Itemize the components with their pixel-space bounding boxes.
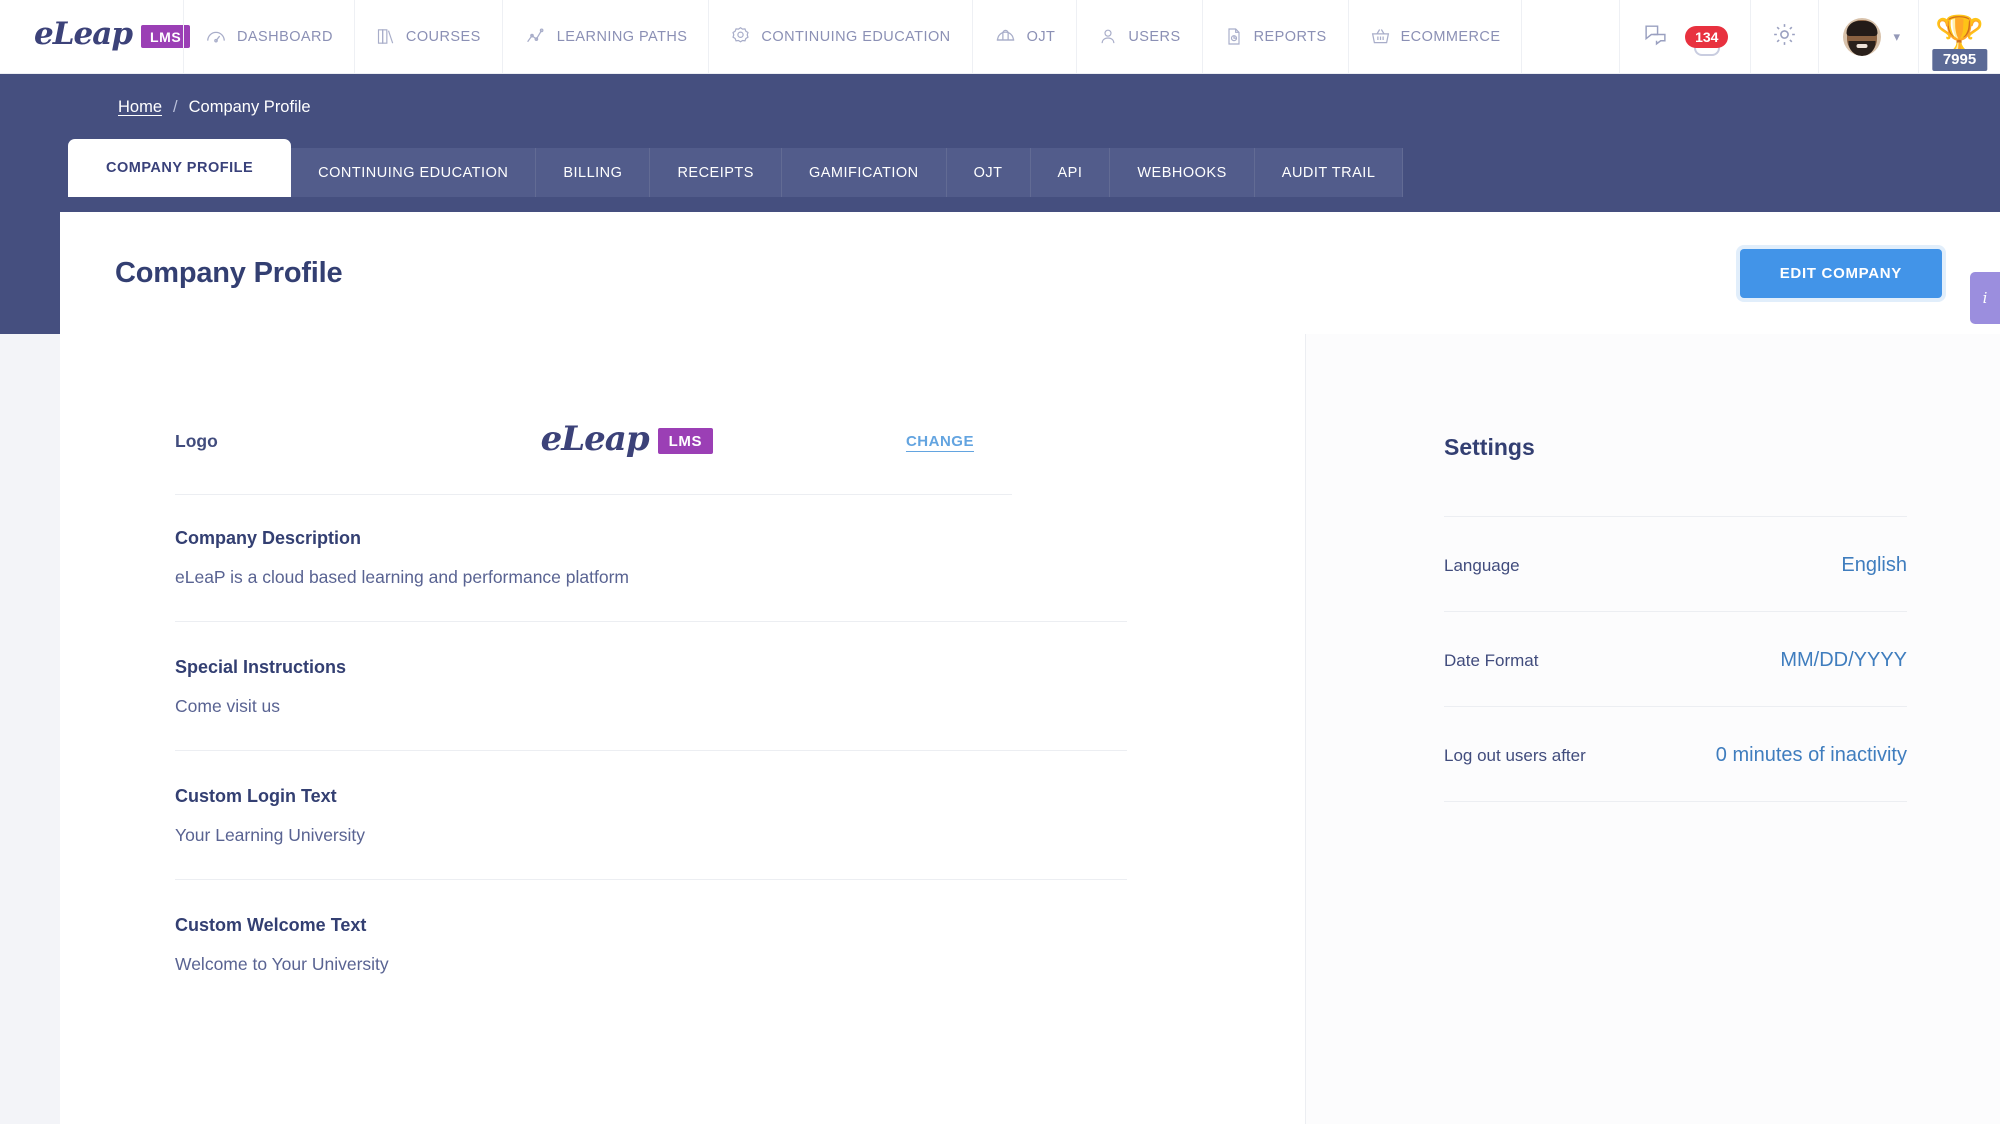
- field-label: Special Instructions: [175, 657, 347, 677]
- nav-item-users[interactable]: USERS: [1076, 0, 1201, 73]
- hardhat-icon: [994, 26, 1017, 47]
- chat-bubbles-icon[interactable]: [1642, 22, 1669, 52]
- info-side-tab[interactable]: i: [1970, 272, 2000, 324]
- company-logo-image: eLeap LMS: [540, 419, 714, 459]
- settings-panel: Settings Language English Date Format MM…: [1305, 334, 2000, 1124]
- notification-count-badge: 134: [1685, 25, 1729, 48]
- nav-label: REPORTS: [1253, 28, 1327, 45]
- field-company-description: Company Description eLeaP is a cloud bas…: [175, 528, 1127, 622]
- field-value: Come visit us: [175, 696, 281, 716]
- tab-continuing-education[interactable]: CONTINUING EDUCATION: [291, 148, 537, 197]
- nav-label: COURSES: [405, 28, 481, 45]
- tab-company-profile[interactable]: COMPANY PROFILE: [68, 139, 292, 197]
- setting-language: Language English: [1444, 516, 1907, 611]
- settings-title: Settings: [1444, 434, 1535, 460]
- edit-company-button[interactable]: EDIT COMPANY: [1739, 248, 1942, 298]
- trend-line-icon: [524, 26, 547, 47]
- breadcrumb: Home / Company Profile: [0, 74, 2000, 117]
- page-title: Company Profile: [115, 256, 343, 289]
- tab-gamification[interactable]: GAMIFICATION: [781, 148, 947, 197]
- company-profile-panel: Logo eLeap LMS CHANGE Company Descriptio…: [60, 334, 1305, 1124]
- notification-bell[interactable]: 134: [1685, 25, 1729, 56]
- nav-label: OJT: [1026, 28, 1056, 45]
- points-count: 7995: [1931, 48, 1988, 71]
- chevron-down-icon: ▾: [1893, 29, 1900, 44]
- nav-item-courses[interactable]: COURSES: [353, 0, 502, 73]
- user-icon: [1098, 26, 1118, 47]
- setting-label: Language: [1444, 555, 1520, 575]
- logo-wordmark: eLeap: [540, 419, 650, 459]
- nav-label: ECOMMERCE: [1400, 28, 1501, 45]
- setting-value[interactable]: English: [1841, 554, 1907, 577]
- field-label: Company Description: [175, 528, 362, 548]
- gear-icon: [1771, 21, 1798, 53]
- tab-webhooks[interactable]: WEBHOOKS: [1110, 148, 1255, 197]
- tab-api[interactable]: API: [1030, 148, 1111, 197]
- basket-icon: [1370, 26, 1391, 47]
- field-value: eLeaP is a cloud based learning and perf…: [175, 567, 629, 587]
- tab-receipts[interactable]: RECEIPTS: [650, 148, 782, 197]
- setting-logout-timeout: Log out users after 0 minutes of inactiv…: [1444, 706, 1907, 802]
- user-menu[interactable]: ▾: [1818, 0, 1918, 73]
- avatar: [1843, 17, 1882, 56]
- settings-button[interactable]: [1750, 0, 1818, 73]
- tab-billing[interactable]: BILLING: [536, 148, 651, 197]
- nav-label: LEARNING PATHS: [556, 28, 688, 45]
- brand-wordmark: eLeap: [34, 16, 133, 52]
- breadcrumb-home-link[interactable]: Home: [118, 98, 162, 117]
- nav-label: CONTINUING EDUCATION: [761, 28, 951, 45]
- field-special-instructions: Special Instructions Come visit us: [175, 657, 1127, 751]
- nav-item-continuing-education[interactable]: CONTINUING EDUCATION: [708, 0, 971, 73]
- app-header: eLeap LMS DASHBOARD COURSES LEARNING PAT…: [0, 0, 2000, 74]
- nav-item-ecommerce[interactable]: ECOMMERCE: [1347, 0, 1523, 73]
- gamification-points-button[interactable]: 🏆 7995: [1918, 0, 2000, 73]
- messages-and-notifications[interactable]: 134: [1619, 0, 1750, 73]
- field-value: Welcome to Your University: [175, 954, 389, 974]
- eleap-logo: eLeap LMS: [34, 16, 191, 52]
- gauge-icon: [205, 26, 227, 48]
- field-custom-welcome-text: Custom Welcome Text Welcome to Your Univ…: [175, 915, 1127, 1008]
- logo-row: Logo eLeap LMS CHANGE: [175, 419, 1012, 495]
- logo-lms-badge: LMS: [657, 428, 714, 454]
- breadcrumb-separator: /: [173, 98, 178, 116]
- report-doc-icon: [1224, 26, 1244, 47]
- nav-label: USERS: [1128, 28, 1181, 45]
- nav-item-ojt[interactable]: OJT: [971, 0, 1077, 73]
- setting-label: Date Format: [1444, 650, 1539, 670]
- rosette-icon: [730, 26, 751, 47]
- tab-ojt[interactable]: OJT: [946, 148, 1031, 197]
- brand-home-link[interactable]: eLeap LMS: [0, 0, 191, 73]
- setting-label: Log out users after: [1444, 745, 1586, 765]
- header-actions: 134 ▾ 🏆 7995: [1619, 0, 2000, 73]
- tab-audit-trail[interactable]: AUDIT TRAIL: [1254, 148, 1404, 197]
- left-gutter: [0, 334, 60, 1124]
- change-logo-link[interactable]: CHANGE: [906, 433, 974, 450]
- field-label: Custom Login Text: [175, 786, 337, 806]
- profile-fields: Logo eLeap LMS CHANGE Company Descriptio…: [60, 419, 1127, 1008]
- setting-value[interactable]: 0 minutes of inactivity: [1716, 744, 1907, 767]
- field-value: Your Learning University: [175, 825, 366, 845]
- page-header-band: Home / Company Profile COMPANY PROFILE C…: [0, 74, 2000, 334]
- nav-label: DASHBOARD: [237, 28, 333, 45]
- page-content: Logo eLeap LMS CHANGE Company Descriptio…: [0, 334, 2000, 1124]
- nav-item-reports[interactable]: REPORTS: [1201, 0, 1348, 73]
- setting-date-format: Date Format MM/DD/YYYY: [1444, 611, 1907, 706]
- setting-value[interactable]: MM/DD/YYYY: [1780, 649, 1907, 672]
- breadcrumb-current: Company Profile: [188, 98, 311, 116]
- books-icon: [376, 26, 396, 47]
- page-title-bar: Company Profile EDIT COMPANY: [60, 212, 2000, 334]
- nav-item-learning-paths[interactable]: LEARNING PATHS: [501, 0, 709, 73]
- nav-item-dashboard[interactable]: DASHBOARD: [183, 0, 354, 73]
- field-custom-login-text: Custom Login Text Your Learning Universi…: [175, 786, 1127, 880]
- main-navigation: DASHBOARD COURSES LEARNING PATHS CONTINU…: [183, 0, 1619, 73]
- logo-label: Logo: [175, 430, 218, 451]
- field-label: Custom Welcome Text: [175, 915, 367, 935]
- settings-tabs: COMPANY PROFILE CONTINUING EDUCATION BIL…: [0, 139, 2000, 197]
